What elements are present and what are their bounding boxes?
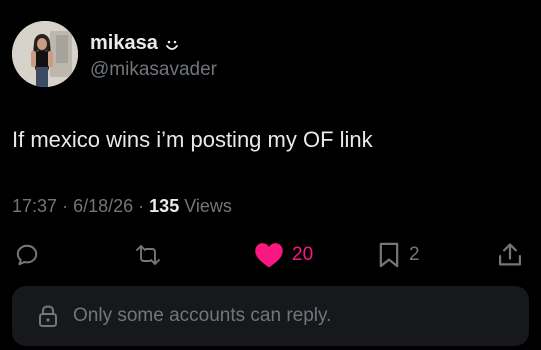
tweet-time[interactable]: 17:37 — [12, 196, 57, 216]
meta-separator: · — [62, 196, 69, 216]
profile-photo-icon — [12, 21, 78, 87]
reply-restriction-text: Only some accounts can reply. — [73, 305, 332, 326]
bookmark-count: 2 — [409, 244, 420, 265]
avatar[interactable] — [12, 21, 78, 87]
author-handle[interactable]: @mikasavader — [90, 58, 217, 82]
action-bar: 20 2 — [0, 238, 541, 272]
meta-separator: · — [138, 196, 145, 216]
smile-icon — [165, 40, 178, 50]
tweet-date[interactable]: 6/18/26 — [73, 196, 133, 216]
display-name[interactable]: mikasa — [90, 31, 158, 55]
reply-restriction-bar: Only some accounts can reply. — [12, 286, 529, 346]
views-label: Views — [184, 196, 232, 216]
tweet-text: If mexico wins i’m posting my OF link — [12, 127, 373, 152]
lock-icon — [39, 305, 57, 327]
heart-icon — [255, 243, 283, 268]
views-count[interactable]: 135 — [149, 196, 179, 216]
reply-bubble-icon — [16, 244, 38, 266]
retweet-button[interactable] — [133, 238, 171, 272]
share-icon — [498, 243, 522, 266]
share-button[interactable] — [496, 238, 532, 272]
like-count: 20 — [292, 244, 314, 265]
bookmark-icon — [379, 242, 399, 268]
bookmark-button[interactable]: 2 — [377, 238, 420, 272]
tweet: mikasa @mikasavader If mexico wins i’m p… — [0, 0, 541, 350]
retweet-icon — [136, 245, 160, 265]
reply-button[interactable] — [14, 238, 48, 272]
tweet-meta: 17:37 · 6/18/26 · 135 Views — [12, 194, 232, 218]
like-button[interactable]: 20 — [254, 238, 313, 272]
author-name-row[interactable]: mikasa — [90, 31, 180, 55]
